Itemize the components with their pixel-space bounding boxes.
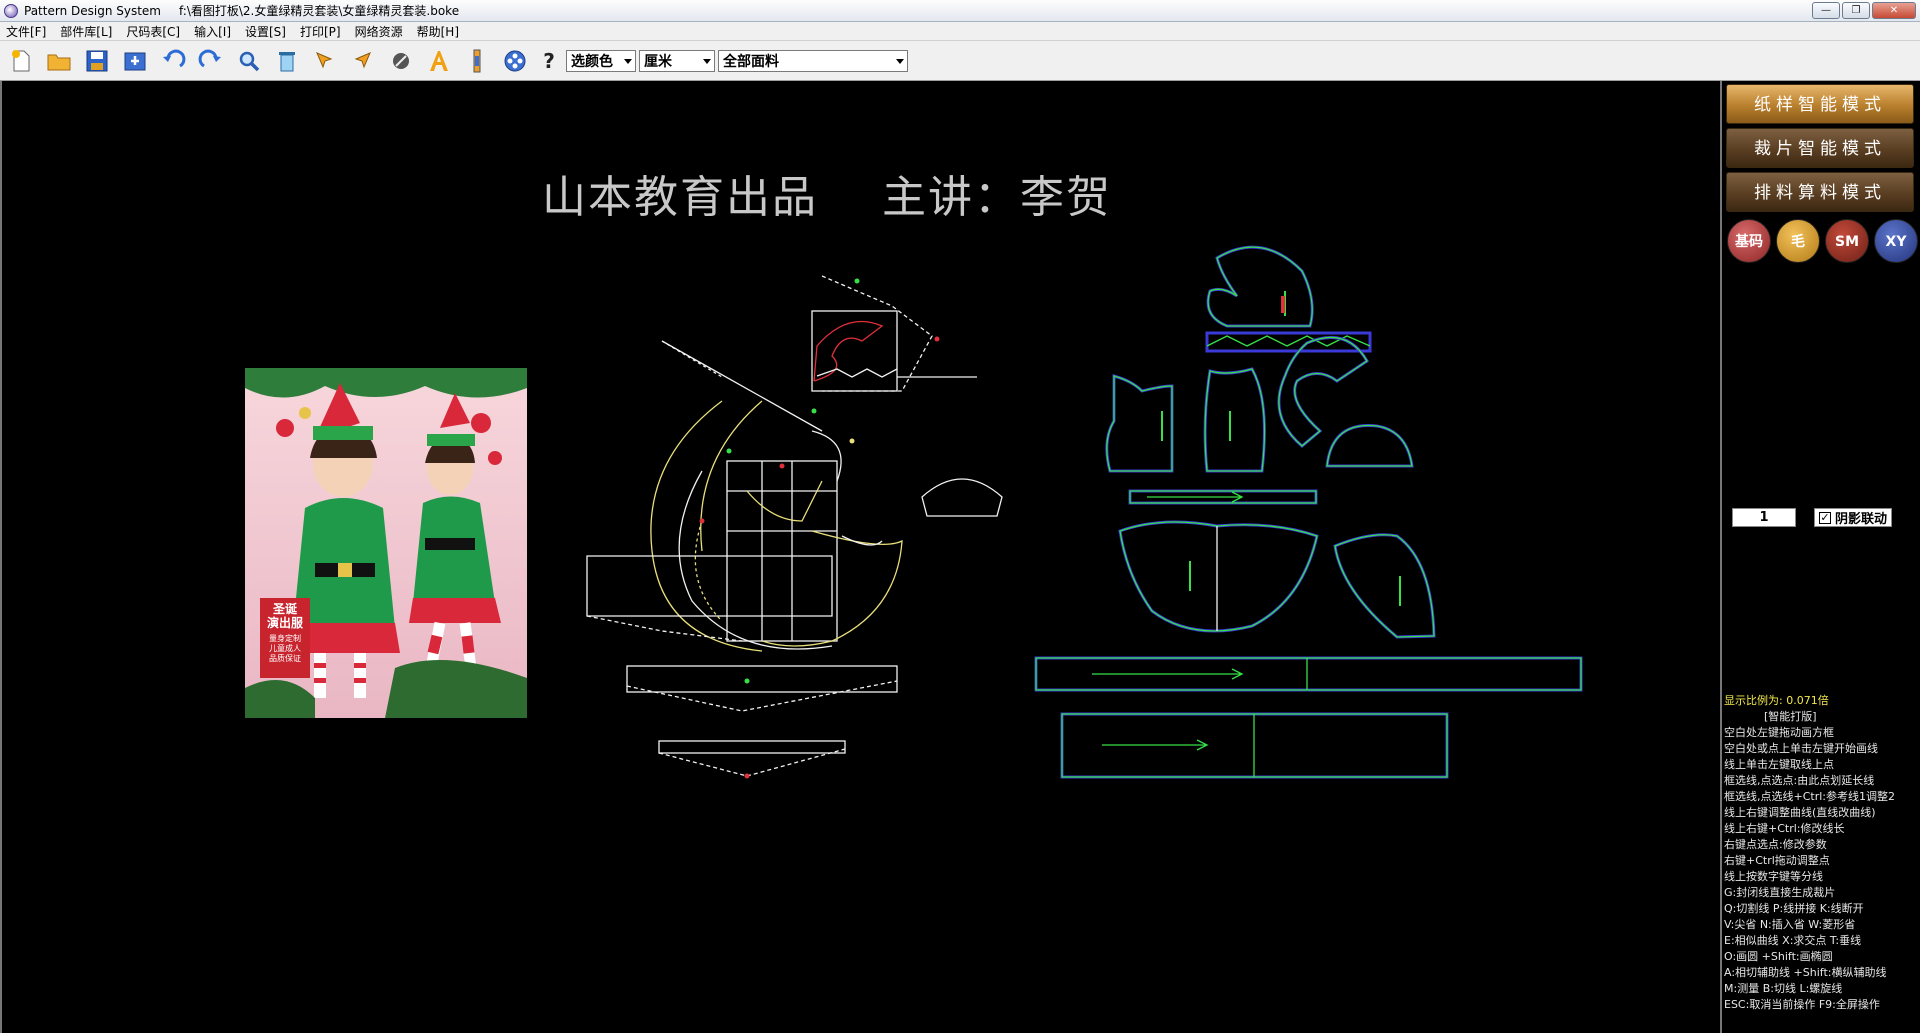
hint-line: Q:切割线 P:线拼接 K:线断开	[1724, 902, 1864, 915]
number-input[interactable]: 1	[1732, 508, 1796, 527]
folder-icon	[47, 54, 71, 70]
hint-line: 线上右键调整曲线(直线改曲线)	[1724, 806, 1876, 819]
app-name: Pattern Design System	[24, 3, 161, 18]
chevron-down-icon	[896, 58, 904, 64]
cut-piece-mode-button[interactable]: 裁片智能模式	[1726, 128, 1914, 168]
unit-select[interactable]: 厘米	[639, 49, 715, 72]
pen-icon	[393, 52, 409, 69]
letter-a-icon	[430, 50, 448, 71]
drawing-canvas[interactable]: 山本教育出品 主讲：李贺 圣诞 演出服 量身定制 儿童成人 品质保证	[0, 81, 1722, 1033]
hint-panel: 显示比例为: 0.071倍 [智能打版] 空白处左键拖动画方框 空白处或点上单击…	[1724, 693, 1918, 1013]
shadow-link-label: 阴影联动	[1835, 512, 1888, 527]
hint-line: O:画圆 +Shift:画椭圆	[1724, 950, 1833, 963]
close-button[interactable]: ✕	[1872, 2, 1916, 19]
select-arrow-button[interactable]	[310, 46, 340, 76]
menu-file[interactable]: 文件[F]	[6, 23, 46, 40]
menu-network-resources[interactable]: 网络资源	[355, 23, 403, 40]
redo-icon	[198, 49, 221, 67]
hint-line: 线上单击左键取线上点	[1724, 758, 1834, 771]
hint-line: 框选线,点选点:由此点划延长线	[1724, 774, 1875, 787]
mode-label: [智能打版]	[1764, 710, 1817, 723]
undo-button[interactable]	[158, 46, 188, 76]
unit-select-value: 厘米	[644, 53, 672, 70]
menu-help[interactable]: 帮助[H]	[417, 23, 459, 40]
hint-line: 空白处或点上单击左键开始画线	[1724, 742, 1878, 755]
hint-line: 线上按数字键等分线	[1724, 870, 1823, 883]
new-file-button[interactable]	[6, 46, 36, 76]
hint-line: 右键+Ctrl拖动调整点	[1724, 854, 1830, 867]
open-folder-button[interactable]	[44, 46, 74, 76]
adjust-arrow-button[interactable]	[348, 46, 378, 76]
save-icon	[86, 50, 108, 71]
paper-pattern-mode-button[interactable]: 纸样智能模式	[1726, 84, 1914, 124]
adjust-cursor-icon	[354, 51, 371, 68]
shadow-link-checkbox[interactable]: ✓ 阴影联动	[1814, 508, 1893, 527]
import-icon	[124, 52, 146, 70]
zoom-button[interactable]	[234, 46, 264, 76]
seam-allowance-button[interactable]: 毛	[1776, 219, 1820, 263]
chevron-down-icon	[703, 58, 711, 64]
trash-icon	[279, 51, 295, 71]
fabric-select[interactable]: 全部面料	[718, 49, 908, 72]
hint-line: M:测量 B:切线 L:螺旋线	[1724, 982, 1843, 995]
ruler-button[interactable]	[462, 46, 492, 76]
menu-settings[interactable]: 设置[S]	[245, 23, 286, 40]
help-button[interactable]: ?	[538, 49, 560, 73]
import-button[interactable]	[120, 46, 150, 76]
photo-badge-subtitle: 量身定制 儿童成人 品质保证	[269, 634, 301, 663]
xy-button[interactable]: XY	[1874, 219, 1918, 263]
hint-line: 空白处左键拖动画方框	[1724, 726, 1834, 739]
maximize-button[interactable]: ❐	[1842, 2, 1870, 19]
app-icon	[4, 3, 18, 18]
hint-line: 右键点选点:修改参数	[1724, 838, 1827, 851]
magnifier-icon	[239, 51, 260, 71]
window-controls: — ❐ ✕	[1812, 2, 1916, 19]
film-reel-icon	[504, 50, 526, 71]
menu-size-chart[interactable]: 尺码表[C]	[126, 23, 180, 40]
fabric-select-value: 全部面料	[723, 53, 779, 70]
hint-line: V:尖省 N:插入省 W:菱形省	[1724, 918, 1856, 931]
color-select-value: 选颜色	[571, 53, 613, 70]
ruler-icon	[473, 49, 481, 72]
toolbar: ? 选颜色 厘米 全部面料	[0, 41, 1920, 81]
right-panel: 纸样智能模式 裁片智能模式 排料算料模式 基码 毛 SM XY 1 ✓ 阴影联动…	[1722, 81, 1920, 1033]
menu-print[interactable]: 打印[P]	[300, 23, 341, 40]
reel-button[interactable]	[500, 46, 530, 76]
pen-button[interactable]	[386, 46, 416, 76]
hint-line: A:相切辅助线 +Shift:横纵辅助线	[1724, 966, 1887, 979]
hint-line: 框选线,点选线+Ctrl:参考线1调整2	[1724, 790, 1895, 803]
save-button[interactable]	[82, 46, 112, 76]
delete-button[interactable]	[272, 46, 302, 76]
hint-line: ESC:取消当前操作 F9:全屏操作	[1724, 998, 1880, 1011]
checkmark-icon: ✓	[1819, 510, 1831, 524]
file-path: f:\看图打板\2.女童绿精灵套装\女童绿精灵套装.boke	[178, 4, 460, 18]
draft-construction[interactable]	[586, 275, 1003, 779]
arrow-cursor-icon	[316, 51, 333, 68]
base-size-button[interactable]: 基码	[1727, 219, 1771, 263]
undo-icon	[163, 49, 186, 67]
title-bar: Pattern Design System f:\看图打板\2.女童绿精灵套装\…	[0, 0, 1920, 22]
chevron-down-icon	[624, 58, 632, 64]
sm-button[interactable]: SM	[1825, 219, 1869, 263]
reference-photo: 圣诞 演出服 量身定制 儿童成人 品质保证	[245, 368, 527, 718]
text-button[interactable]	[424, 46, 454, 76]
photo-badge: 圣诞 演出服 量身定制 儿童成人 品质保证	[260, 598, 310, 678]
menu-bar: 文件[F] 部件库[L] 尺码表[C] 输入[I] 设置[S] 打印[P] 网络…	[0, 22, 1920, 41]
new-file-icon	[12, 49, 30, 71]
marker-layout-mode-button[interactable]: 排料算料模式	[1726, 172, 1914, 212]
menu-parts-library[interactable]: 部件库[L]	[60, 23, 112, 40]
hint-line: G:封闭线直接生成裁片	[1724, 886, 1836, 899]
hint-line: 线上右键+Ctrl:修改线长	[1724, 822, 1845, 835]
menu-input[interactable]: 输入[I]	[194, 23, 231, 40]
pattern-pieces[interactable]	[1034, 245, 1583, 779]
redo-button[interactable]	[196, 46, 226, 76]
color-select[interactable]: 选颜色	[566, 49, 636, 72]
scale-readout: 显示比例为: 0.071倍	[1724, 694, 1829, 707]
minimize-button[interactable]: —	[1812, 2, 1840, 19]
photo-badge-title: 圣诞 演出服	[266, 602, 303, 630]
hint-line: E:相似曲线 X:求交点 T:垂线	[1724, 934, 1862, 947]
